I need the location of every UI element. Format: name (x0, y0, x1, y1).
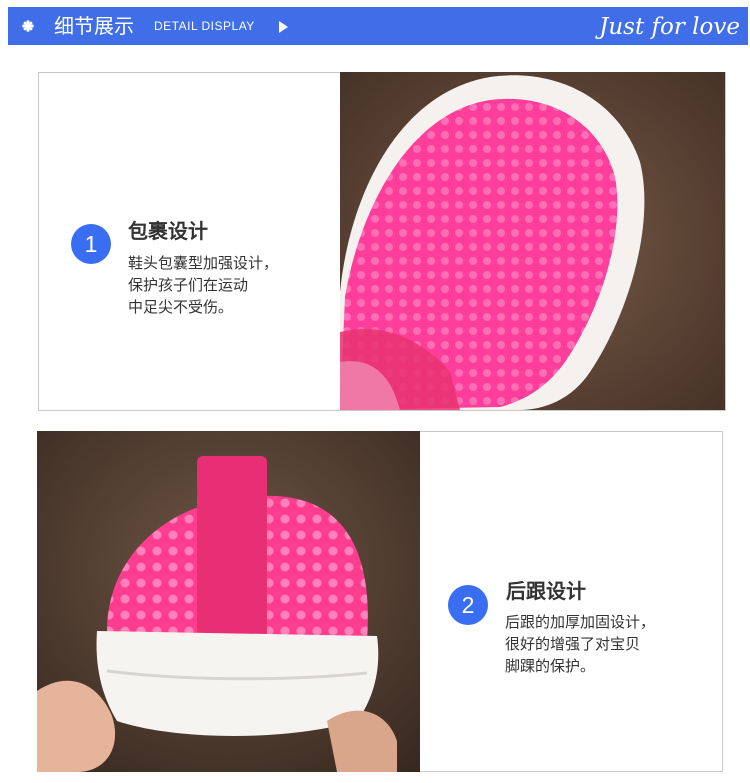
description-line: 中足尖不受伤。 (128, 298, 234, 316)
description-line: 鞋头包囊型加强设计， (128, 254, 279, 272)
section-title: 细节展示 (54, 14, 134, 38)
description-line: 后跟的加厚加固设计， (505, 613, 656, 631)
shoe-toe-photo (340, 72, 725, 410)
play-arrow-icon (279, 21, 288, 33)
feature-number-badge: 1 (71, 224, 111, 264)
feature-description: 后跟的加厚加固设计， 很好的增强了对宝贝 脚踝的保护。 (505, 611, 655, 677)
feature-title: 后跟设计 (506, 579, 586, 603)
section-subtitle: DETAIL DISPLAY (154, 19, 255, 33)
feature-title: 包裹设计 (128, 219, 208, 243)
description-line: 很好的增强了对宝贝 (505, 635, 641, 653)
feature-description: 鞋头包囊型加强设计， 保护孩子们在运动 中足尖不受伤。 (128, 252, 278, 318)
shoe-heel-photo (37, 431, 420, 772)
header-banner: 细节展示 DETAIL DISPLAY Just for love (8, 7, 748, 45)
feature-number-badge: 2 (448, 585, 488, 625)
tagline: Just for love (599, 14, 740, 40)
flower-dot-icon (22, 20, 34, 32)
description-line: 保护孩子们在运动 (128, 276, 249, 294)
description-line: 脚踝的保护。 (505, 657, 596, 675)
